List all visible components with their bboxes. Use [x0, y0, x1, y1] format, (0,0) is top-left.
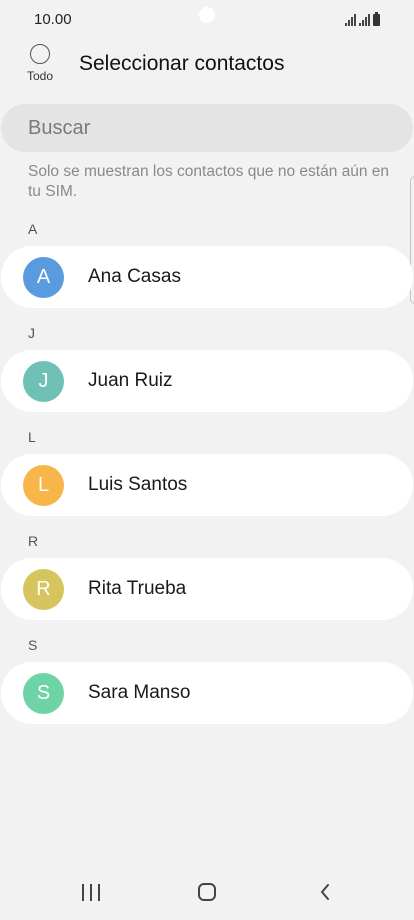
contact-name: Ana Casas [88, 266, 181, 287]
search-placeholder: Buscar [28, 116, 91, 139]
info-text: Solo se muestran los contactos que no es… [28, 163, 390, 200]
home-icon[interactable] [198, 883, 216, 901]
status-bar: 10.00 [0, 0, 414, 38]
avatar: R [23, 569, 64, 610]
screen: 10.00 Todo Seleccionar contactos Buscar … [0, 0, 414, 920]
back-icon[interactable] [317, 882, 335, 902]
contact-row[interactable]: R Rita Trueba [1, 558, 413, 620]
page-title: Seleccionar contactos [79, 52, 285, 75]
select-all-label: Todo [26, 69, 54, 83]
signal-icon [345, 14, 356, 26]
avatar: J [23, 361, 64, 402]
recents-icon[interactable] [82, 884, 100, 901]
section-header: A [28, 221, 38, 237]
contact-name: Juan Ruiz [88, 370, 173, 391]
select-all-checkbox[interactable]: Todo [22, 44, 58, 83]
contact-name: Luis Santos [88, 474, 188, 495]
contact-row[interactable]: S Sara Manso [1, 662, 413, 724]
section-header: L [28, 429, 36, 445]
header: Todo Seleccionar contactos [0, 40, 414, 92]
contact-name: Rita Trueba [88, 578, 187, 599]
signal-icon [359, 14, 370, 26]
contact-row[interactable]: J Juan Ruiz [1, 350, 413, 412]
section-header: J [28, 325, 35, 341]
status-time: 10.00 [34, 11, 72, 28]
section-header: S [28, 637, 38, 653]
contact-row[interactable]: L Luis Santos [1, 454, 413, 516]
avatar: L [23, 465, 64, 506]
contact-row[interactable]: A Ana Casas [1, 246, 413, 308]
front-camera [199, 7, 215, 23]
avatar: A [23, 257, 64, 298]
search-input[interactable]: Buscar [1, 104, 413, 152]
navigation-bar [0, 868, 414, 920]
contact-name: Sara Manso [88, 682, 191, 703]
battery-icon [373, 12, 380, 26]
checkbox-circle-icon [30, 44, 50, 64]
avatar: S [23, 673, 64, 714]
status-icons [345, 12, 380, 26]
section-header: R [28, 533, 39, 549]
